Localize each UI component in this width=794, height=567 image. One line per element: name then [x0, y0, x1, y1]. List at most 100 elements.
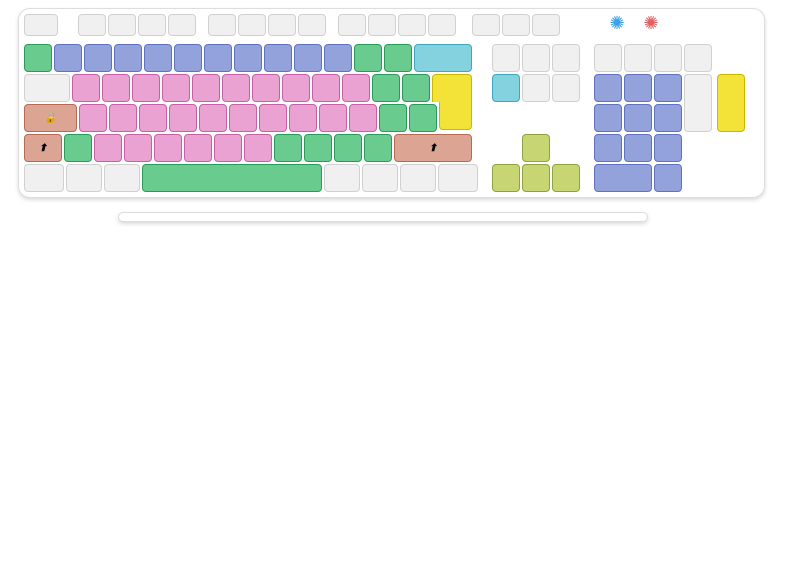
key-punct-a[interactable]	[354, 44, 382, 72]
key-top-2[interactable]	[502, 14, 530, 36]
key-enter-bot[interactable]	[439, 102, 472, 130]
key-h[interactable]	[229, 104, 257, 132]
key-circ[interactable]	[372, 74, 400, 102]
np-9[interactable]	[654, 74, 682, 102]
np-numlock[interactable]	[594, 44, 622, 72]
key-ctrl-r[interactable]	[438, 164, 478, 192]
key-f7[interactable]	[268, 14, 296, 36]
key-n[interactable]	[244, 134, 272, 162]
key-ctrl-l[interactable]	[24, 164, 64, 192]
key-f5[interactable]	[208, 14, 236, 36]
key-shift-right[interactable]: ⬆	[394, 134, 472, 162]
key-lt[interactable]	[64, 134, 92, 162]
key-j[interactable]	[259, 104, 287, 132]
key-s[interactable]	[109, 104, 137, 132]
key-win-l[interactable]	[66, 164, 102, 192]
np-1[interactable]	[594, 134, 622, 162]
key-home[interactable]	[522, 44, 550, 72]
key-p[interactable]	[342, 74, 370, 102]
key-f3[interactable]	[138, 14, 166, 36]
key-o[interactable]	[312, 74, 340, 102]
key-z[interactable]	[102, 74, 130, 102]
key-semi[interactable]	[304, 134, 332, 162]
key-excl[interactable]	[364, 134, 392, 162]
np-enter[interactable]	[717, 74, 745, 132]
np-div[interactable]	[624, 44, 652, 72]
key-end[interactable]	[522, 74, 550, 102]
key-5[interactable]	[174, 44, 202, 72]
np-2[interactable]	[624, 134, 652, 162]
np-add[interactable]	[684, 74, 712, 132]
key-alt-l[interactable]	[104, 164, 140, 192]
key-punct-b[interactable]	[384, 44, 412, 72]
key-f1[interactable]	[78, 14, 106, 36]
key-comma[interactable]	[274, 134, 302, 162]
key-top-1[interactable]	[472, 14, 500, 36]
key-6[interactable]	[204, 44, 232, 72]
key-colon[interactable]	[334, 134, 362, 162]
key-q[interactable]	[79, 104, 107, 132]
np-sub[interactable]	[684, 44, 712, 72]
key-win-r[interactable]	[362, 164, 398, 192]
np-6[interactable]	[654, 104, 682, 132]
key-k[interactable]	[289, 104, 317, 132]
key-dollar[interactable]	[402, 74, 430, 102]
key-g[interactable]	[199, 104, 227, 132]
key-menu[interactable]	[400, 164, 436, 192]
key-9[interactable]	[294, 44, 322, 72]
key-x[interactable]	[124, 134, 152, 162]
key-e[interactable]	[132, 74, 160, 102]
np-0[interactable]	[594, 164, 652, 192]
key-top-3[interactable]	[532, 14, 560, 36]
key-t[interactable]	[192, 74, 220, 102]
key-i[interactable]	[282, 74, 310, 102]
key-capslock[interactable]: 🔒	[24, 104, 77, 132]
key-w[interactable]	[94, 134, 122, 162]
key-star[interactable]	[409, 104, 437, 132]
key-f2[interactable]	[108, 14, 136, 36]
key-4[interactable]	[144, 44, 172, 72]
np-8[interactable]	[624, 74, 652, 102]
key-c[interactable]	[154, 134, 182, 162]
key-arrow-down[interactable]	[522, 164, 550, 192]
key-y[interactable]	[222, 74, 250, 102]
key-enter-top[interactable]	[432, 74, 472, 102]
key-d[interactable]	[139, 104, 167, 132]
key-esc[interactable]	[24, 14, 58, 36]
key-backspace[interactable]	[414, 44, 472, 72]
key-v[interactable]	[184, 134, 212, 162]
np-3[interactable]	[654, 134, 682, 162]
key-b[interactable]	[214, 134, 242, 162]
key-arrow-left[interactable]	[492, 164, 520, 192]
key-altgr[interactable]	[324, 164, 360, 192]
key-8[interactable]	[264, 44, 292, 72]
key-r[interactable]	[162, 74, 190, 102]
key-arrow-up[interactable]	[522, 134, 550, 162]
key-ins[interactable]	[492, 44, 520, 72]
np-mul[interactable]	[654, 44, 682, 72]
key-sq[interactable]	[24, 44, 52, 72]
key-f11[interactable]	[398, 14, 426, 36]
key-f10[interactable]	[368, 14, 396, 36]
key-2[interactable]	[84, 44, 112, 72]
key-shift-left[interactable]: ⬆	[24, 134, 62, 162]
key-7[interactable]	[234, 44, 262, 72]
key-1[interactable]	[54, 44, 82, 72]
key-f8[interactable]	[298, 14, 326, 36]
np-dot[interactable]	[654, 164, 682, 192]
key-f4[interactable]	[168, 14, 196, 36]
np-5[interactable]	[624, 104, 652, 132]
key-pgup[interactable]	[552, 44, 580, 72]
key-f6[interactable]	[238, 14, 266, 36]
key-perc[interactable]	[379, 104, 407, 132]
key-space[interactable]	[142, 164, 322, 192]
key-f12[interactable]	[428, 14, 456, 36]
key-u[interactable]	[252, 74, 280, 102]
key-m[interactable]	[349, 104, 377, 132]
key-3[interactable]	[114, 44, 142, 72]
key-f9[interactable]	[338, 14, 366, 36]
np-4[interactable]	[594, 104, 622, 132]
key-suppr[interactable]	[492, 74, 520, 102]
key-f[interactable]	[169, 104, 197, 132]
key-tab[interactable]	[24, 74, 70, 102]
